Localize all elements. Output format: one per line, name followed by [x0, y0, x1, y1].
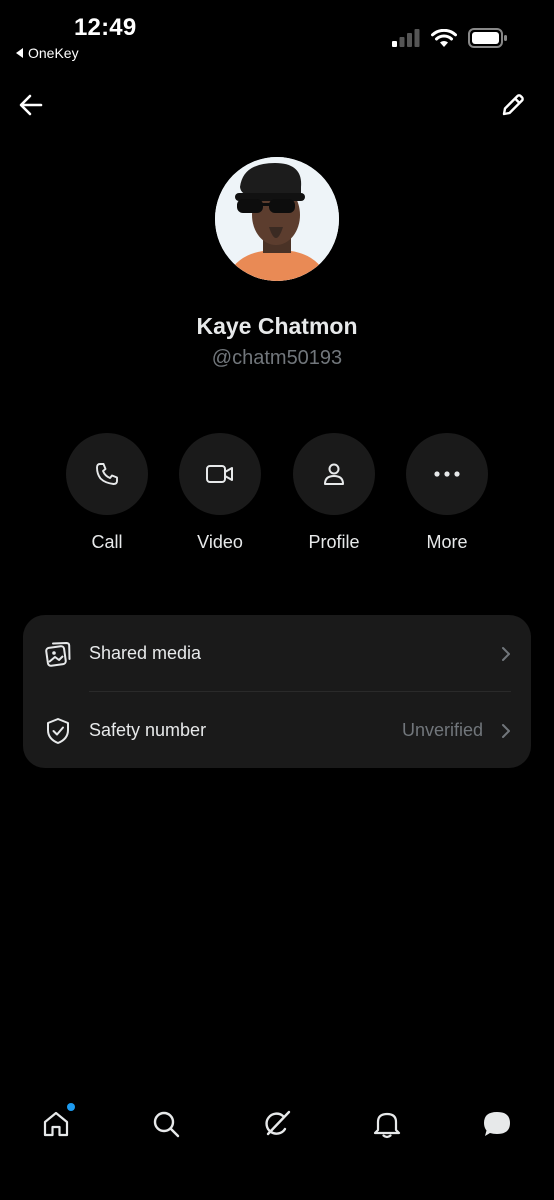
- contact-name: Kaye Chatmon: [196, 313, 358, 339]
- person-icon: [324, 463, 344, 485]
- cellular-signal-icon: [392, 29, 420, 47]
- bell-icon: [373, 1112, 401, 1139]
- contact-handle: @chatm50193: [211, 347, 343, 369]
- status-icons: [392, 28, 508, 48]
- nav-notifications[interactable]: [369, 1106, 405, 1142]
- message-bubble-icon: [484, 1112, 510, 1136]
- back-app-label: OneKey: [28, 45, 79, 61]
- back-triangle-icon: [16, 48, 23, 58]
- video-button[interactable]: Video: [178, 433, 262, 553]
- call-label: Call: [91, 532, 123, 552]
- chevron-right-icon: [499, 721, 513, 741]
- more-button[interactable]: More: [405, 433, 489, 553]
- profile-label: Profile: [308, 532, 360, 552]
- edit-button[interactable]: [496, 88, 530, 122]
- profile-button[interactable]: Profile: [292, 433, 376, 553]
- conversation-settings-card: Shared media Safety number Unverified: [23, 615, 531, 768]
- call-button-circle: [66, 433, 148, 515]
- safety-number-label: Safety number: [89, 720, 207, 740]
- call-button[interactable]: Call: [65, 433, 149, 553]
- home-icon: [43, 1111, 69, 1137]
- nav-messages[interactable]: [479, 1106, 515, 1142]
- shield-check-icon: [44, 717, 72, 745]
- notification-dot: [67, 1103, 75, 1111]
- shared-media-row[interactable]: Shared media: [23, 615, 531, 692]
- nav-grok[interactable]: [259, 1106, 295, 1142]
- media-gallery-icon: [44, 640, 72, 668]
- contact-details-screen: 12:49 OneKey Kaye Chatmon @chatm50193 Ca…: [0, 0, 554, 1200]
- back-to-app-link[interactable]: OneKey: [16, 45, 79, 61]
- status-time: 12:49: [74, 14, 137, 41]
- profile-photo: [215, 157, 339, 281]
- search-icon: [153, 1111, 180, 1138]
- video-camera-icon: [206, 465, 233, 483]
- profile-button-circle: [293, 433, 375, 515]
- chevron-right-icon: [499, 644, 513, 664]
- back-button[interactable]: [14, 88, 48, 122]
- more-dots-icon: [434, 471, 460, 477]
- safety-number-status: Unverified: [401, 720, 483, 740]
- safety-number-row[interactable]: Safety number Unverified: [23, 692, 531, 769]
- nav-home[interactable]: [38, 1103, 75, 1142]
- wifi-icon: [431, 28, 457, 47]
- shared-media-label: Shared media: [89, 643, 202, 663]
- more-label: More: [426, 532, 468, 552]
- battery-icon: [468, 28, 507, 48]
- video-button-circle: [179, 433, 261, 515]
- nav-search[interactable]: [148, 1106, 184, 1142]
- more-button-circle: [406, 433, 488, 515]
- video-label: Video: [197, 532, 243, 552]
- avatar[interactable]: [215, 157, 339, 281]
- pencil-icon: [502, 94, 524, 116]
- phone-icon: [96, 463, 118, 485]
- grok-icon: [265, 1110, 291, 1136]
- arrow-left-icon: [19, 94, 43, 116]
